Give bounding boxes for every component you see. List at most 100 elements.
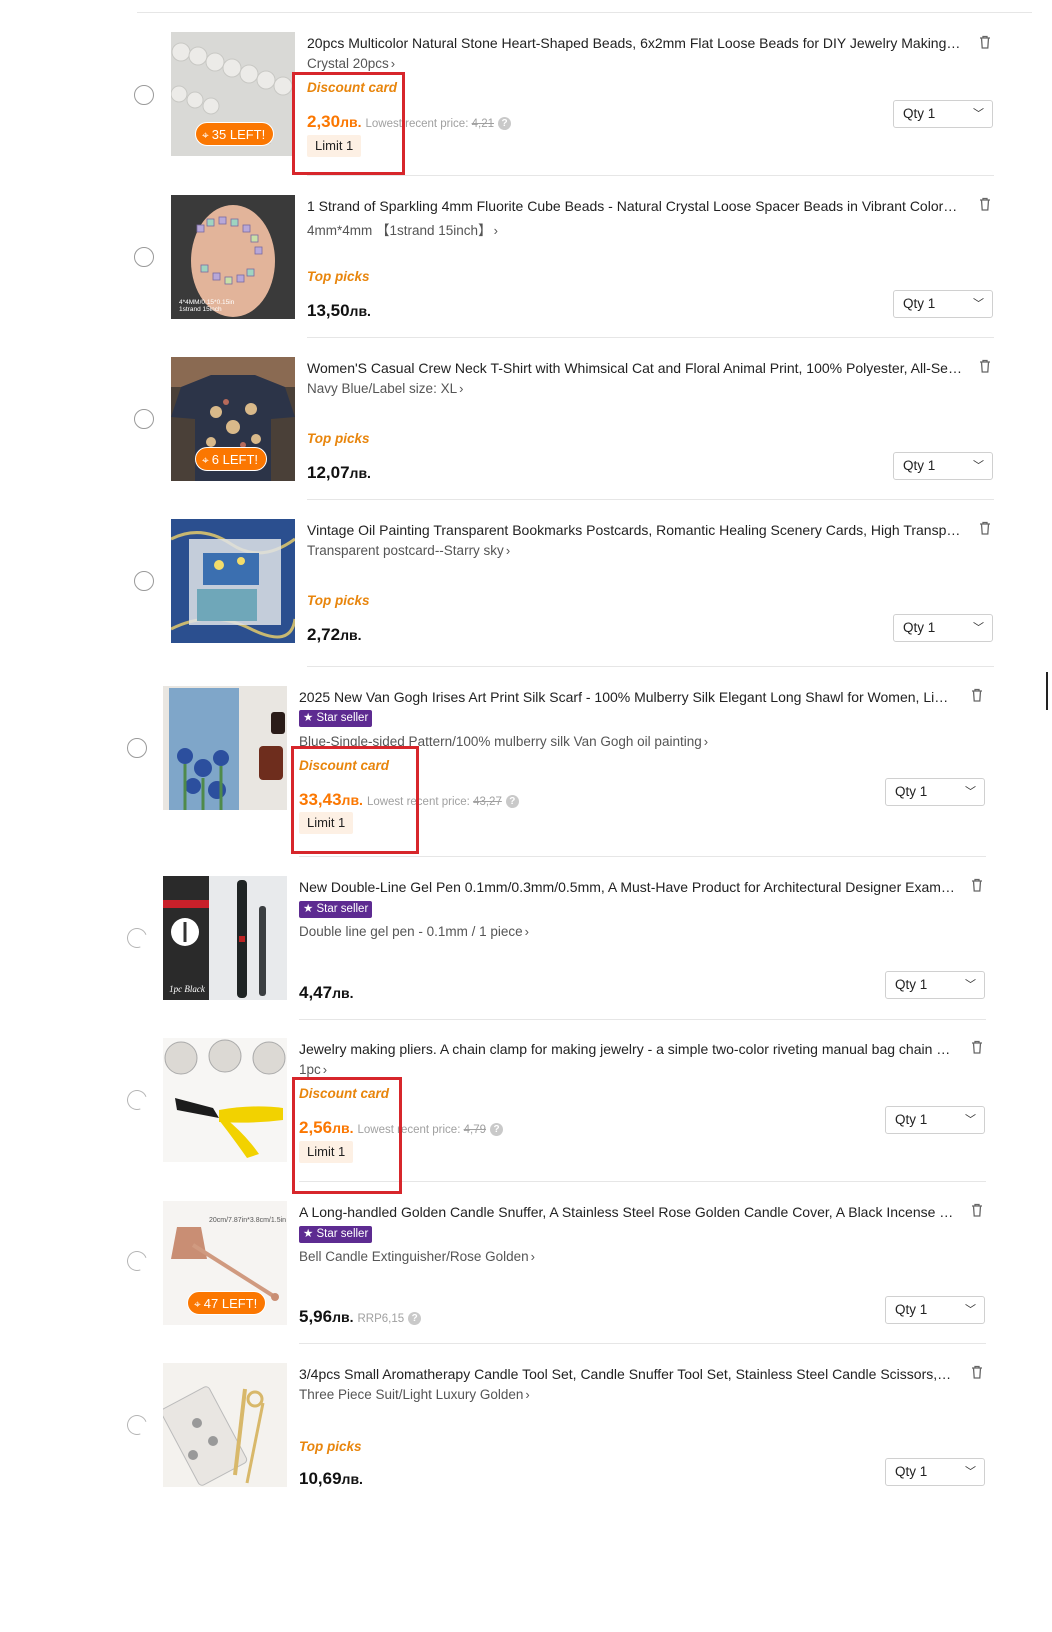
select-radio[interactable] <box>134 85 154 105</box>
stock-badge-text: 6 LEFT! <box>211 452 259 467</box>
chevron-right-icon: › <box>703 734 709 749</box>
rrp-price: RRP6,15 <box>357 1313 405 1325</box>
select-radio[interactable] <box>134 247 154 267</box>
product-title[interactable]: A Long-handled Golden Candle Snuffer, A … <box>299 1204 955 1220</box>
product-title[interactable]: 1 Strand of Sparkling 4mm Fluorite Cube … <box>307 198 963 214</box>
variant-selector[interactable]: Double line gel pen - 0.1mm / 1 piece › <box>299 924 529 939</box>
price-value: 13,50 <box>307 301 350 320</box>
variant-text: Crystal 20pcs <box>307 56 389 71</box>
qty-select[interactable]: Qty 1 ﹀ <box>893 100 993 128</box>
select-radio[interactable] <box>127 738 147 758</box>
trash-icon[interactable] <box>977 34 993 50</box>
qty-select[interactable]: Qty 1 ﹀ <box>893 290 993 318</box>
trash-icon[interactable] <box>969 1039 985 1055</box>
qty-select[interactable]: Qty 1 ﹀ <box>885 1106 985 1134</box>
variant-selector[interactable]: 4mm*4mm 【1strand 15inch】 › <box>307 219 498 239</box>
variant-selector[interactable]: Navy Blue/Label size: XL › <box>307 381 463 396</box>
product-title[interactable]: 20pcs Multicolor Natural Stone Heart-Sha… <box>307 35 963 51</box>
product-thumbnail[interactable]: al ⌖35 LEFT! <box>171 32 295 156</box>
cart-item: 1pc Black New Double-Line Gel Pen 0.1mm/… <box>0 876 1052 1002</box>
variant-selector[interactable]: Three Piece Suit/Light Luxury Golden › <box>299 1387 530 1402</box>
variant-text: Double line gel pen - 0.1mm / 1 piece <box>299 924 523 939</box>
stock-badge: ⌖ 35 LEFT! <box>195 122 275 146</box>
product-thumbnail[interactable]: ⌖ 6 LEFT! <box>171 357 295 481</box>
select-radio[interactable] <box>123 1247 151 1275</box>
variant-selector[interactable]: Crystal 20pcs › <box>307 56 395 71</box>
qty-select[interactable]: Qty 1 ﹀ <box>885 1296 985 1324</box>
product-title[interactable]: 2025 New Van Gogh Irises Art Print Silk … <box>299 689 955 705</box>
question-icon[interactable]: ? <box>498 117 511 130</box>
item-divider <box>299 1343 986 1344</box>
select-radio[interactable] <box>123 1411 151 1439</box>
select-radio[interactable] <box>134 409 154 429</box>
product-title[interactable]: Vintage Oil Painting Transparent Bookmar… <box>307 522 963 538</box>
product-thumbnail[interactable] <box>163 686 287 810</box>
question-icon[interactable]: ? <box>505 795 519 808</box>
product-thumbnail[interactable] <box>163 1038 287 1162</box>
select-radio[interactable] <box>134 571 154 591</box>
highlight-box <box>291 746 419 854</box>
product-thumbnail[interactable] <box>171 519 295 643</box>
qty-select[interactable]: Qty 1 ﹀ <box>885 1458 985 1486</box>
pliers-image <box>163 1038 287 1162</box>
lowest-price-value: 4,79 <box>463 1124 486 1136</box>
item-divider <box>307 499 994 500</box>
trash-icon[interactable] <box>969 687 985 703</box>
variant-text: 4mm*4mm 【1strand 15inch】 <box>307 223 492 238</box>
cart-item: 3/4pcs Small Aromatherapy Candle Tool Se… <box>0 1363 1052 1489</box>
qty-select[interactable]: Qty 1 ﹀ <box>885 778 985 806</box>
chevron-down-icon: ﹀ <box>965 1466 976 1478</box>
item-info: New Double-Line Gel Pen 0.1mm/0.3mm/0.5m… <box>299 876 967 1002</box>
chevron-down-icon: ﹀ <box>965 1304 976 1316</box>
price-value: 5,96 <box>299 1307 333 1326</box>
chevron-down-icon: ﹀ <box>965 979 976 991</box>
trash-icon[interactable] <box>969 1202 985 1218</box>
product-thumbnail[interactable] <box>163 1363 287 1487</box>
chevron-right-icon: › <box>524 924 529 939</box>
promo-label: Top picks <box>299 1439 362 1454</box>
product-title[interactable]: Jewelry making pliers. A chain clamp for… <box>299 1041 955 1057</box>
product-title[interactable]: Women'S Casual Crew Neck T-Shirt with Wh… <box>307 360 963 376</box>
currency: лв. <box>341 1471 363 1487</box>
trash-icon[interactable] <box>969 877 985 893</box>
product-thumbnail[interactable]: 4*4MM/0.15*0.15in 1strand 15inch <box>171 195 295 319</box>
product-title[interactable]: New Double-Line Gel Pen 0.1mm/0.3mm/0.5m… <box>299 879 955 895</box>
question-icon[interactable]: ? <box>490 1123 503 1136</box>
postcards-image <box>171 519 295 643</box>
thumbnail-caption: 4*4MM/0.15*0.15in 1strand 15inch <box>179 299 235 313</box>
lowest-price-value: 4,21 <box>471 118 494 130</box>
chevron-down-icon: ﹀ <box>965 1114 976 1126</box>
product-thumbnail[interactable]: 20cm/7.87in*3.8cm/1.5in ⌖ 47 LEFT! <box>163 1201 287 1325</box>
product-title[interactable]: 3/4pcs Small Aromatherapy Candle Tool Se… <box>299 1366 955 1382</box>
trash-icon[interactable] <box>969 1364 985 1380</box>
cart-item: ⌖ 6 LEFT! Women'S Casual Crew Neck T-Shir… <box>0 357 1052 483</box>
item-info: Vintage Oil Painting Transparent Bookmar… <box>307 519 967 645</box>
product-thumbnail[interactable]: 1pc Black <box>163 876 287 1000</box>
select-radio[interactable] <box>123 924 151 952</box>
trash-icon[interactable] <box>977 358 993 374</box>
variant-selector[interactable]: 1pc › <box>299 1062 327 1077</box>
item-info: 20pcs Multicolor Natural Stone Heart-Sha… <box>307 32 967 158</box>
select-radio[interactable] <box>123 1086 151 1114</box>
star-seller-badge: ★ Star seller <box>299 901 373 918</box>
trash-icon[interactable] <box>977 196 993 212</box>
qty-select[interactable]: Qty 1 ﹀ <box>885 971 985 999</box>
variant-selector[interactable]: Transparent postcard--Starry sky › <box>307 543 510 558</box>
currency: лв. <box>349 303 371 319</box>
qty-select[interactable]: Qty 1 ﹀ <box>893 614 993 642</box>
silk-scarf-image <box>163 686 287 810</box>
cart-item: al ⌖35 LEFT! 20pcs Multicolor Natural St… <box>0 32 1052 158</box>
qty-select[interactable]: Qty 1 ﹀ <box>893 452 993 480</box>
promo-label: Top picks <box>307 593 370 608</box>
item-divider <box>299 1019 986 1020</box>
trash-icon[interactable] <box>977 520 993 536</box>
variant-text: Transparent postcard--Starry sky <box>307 543 504 558</box>
variant-selector[interactable]: Bell Candle Extinguisher/Rose Golden › <box>299 1249 535 1264</box>
stock-badge: ⌖ 6 LEFT! <box>195 447 268 471</box>
promo-label: Top picks <box>307 269 370 284</box>
candle-tool-set-image <box>163 1363 287 1487</box>
item-info: 3/4pcs Small Aromatherapy Candle Tool Se… <box>299 1363 967 1489</box>
price: 10,69лв. <box>299 1469 363 1489</box>
star-seller-badge: ★ Star seller <box>299 1226 373 1243</box>
question-icon[interactable]: ? <box>408 1312 422 1325</box>
